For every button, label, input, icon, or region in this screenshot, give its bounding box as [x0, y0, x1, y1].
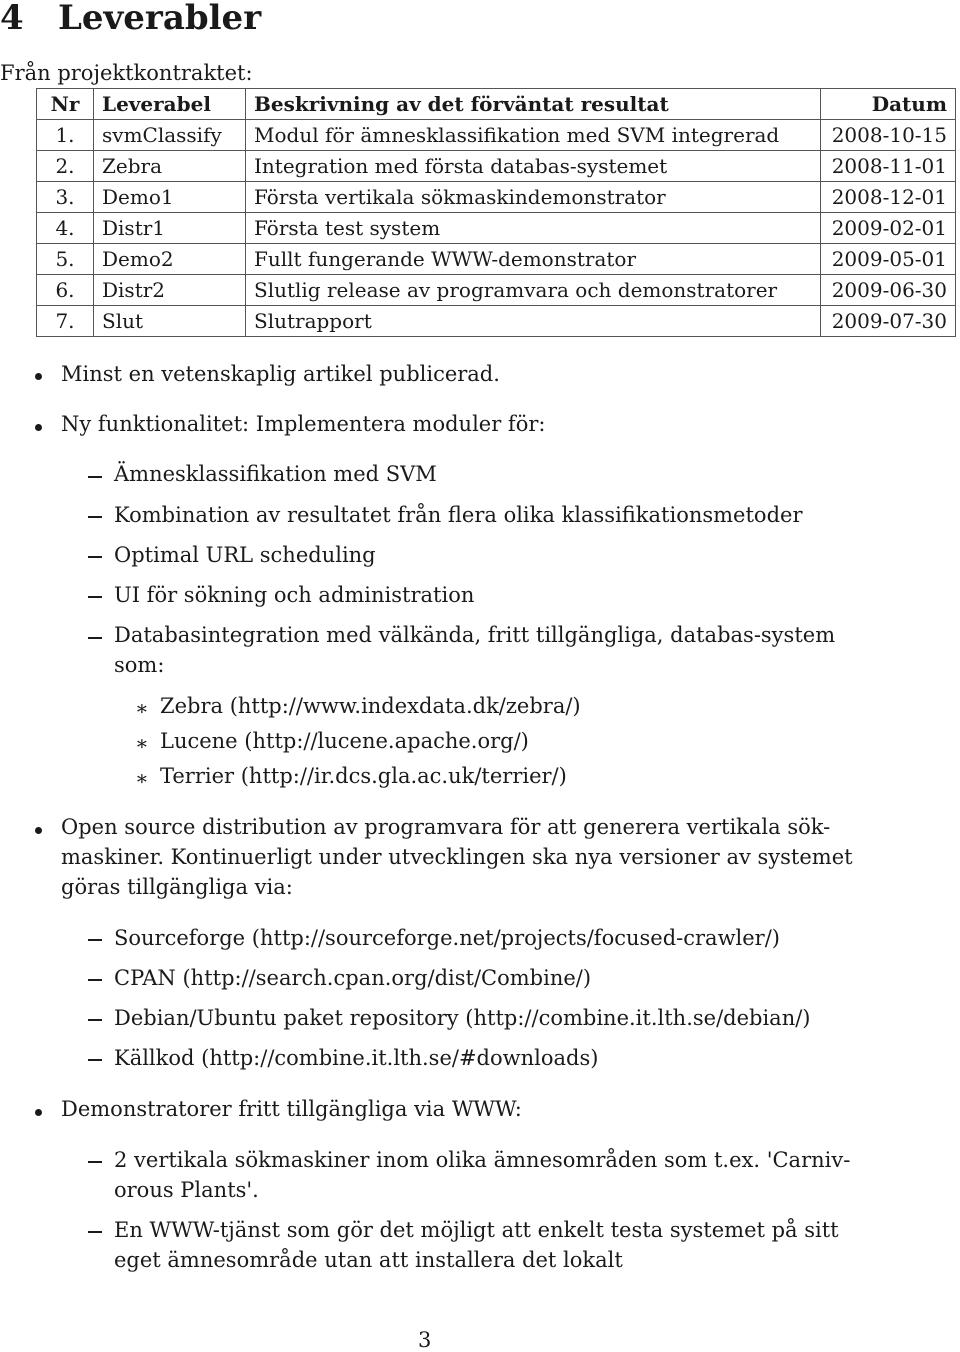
cell-leverabel: Zebra [93, 150, 246, 182]
list-item: En WWW-tjänst som gör det möjligt att en… [114, 1218, 839, 1242]
dash-icon [88, 637, 102, 639]
sub-list-item: Terrier (http://ir.dcs.gla.ac.uk/terrier… [160, 764, 567, 788]
dash-icon [88, 979, 102, 981]
cell-nr: 2. [36, 150, 94, 182]
cell-datum: 2009-02-01 [820, 212, 956, 244]
page-number: 3 [418, 1328, 432, 1352]
bullet-text: Ny funktionalitet: Implementera moduler … [61, 412, 546, 436]
header-datum: Datum [820, 88, 956, 120]
cell-datum: 2009-06-30 [820, 274, 956, 306]
dash-icon [88, 596, 102, 598]
cell-nr: 6. [36, 274, 94, 306]
list-item: Sourceforge (http://sourceforge.net/proj… [114, 926, 780, 950]
deliverables-table: Nr Leverabel Beskrivning av det förvänta… [36, 88, 956, 337]
cell-leverabel: Demo1 [93, 181, 246, 213]
cell-leverabel: svmClassify [93, 119, 246, 151]
sub-list-item: Zebra (http://www.indexdata.dk/zebra/) [160, 694, 581, 718]
dash-icon [88, 556, 102, 558]
table-header-row: Nr Leverabel Beskrivning av det förvänta… [36, 88, 956, 120]
dash-icon [88, 516, 102, 518]
cell-leverabel: Distr1 [93, 212, 246, 244]
asterisk-icon: ∗ [135, 731, 149, 755]
cell-leverabel: Demo2 [93, 243, 246, 275]
list-item: CPAN (http://search.cpan.org/dist/Combin… [114, 966, 592, 990]
table-row: 7. Slut Slutrapport 2009-07-30 [36, 305, 956, 337]
cell-datum: 2008-10-15 [820, 119, 956, 151]
asterisk-icon: ∗ [135, 696, 149, 720]
list-item: 2 vertikala sökmaskiner inom olika ämnes… [114, 1148, 851, 1172]
bullet-text: Demonstratorer fritt tillgängliga via WW… [61, 1097, 522, 1121]
table-row: 2. Zebra Integration med första databas-sy… [36, 150, 956, 182]
dash-icon [88, 1161, 102, 1163]
cell-nr: 3. [36, 181, 94, 213]
bullet-icon [35, 1109, 42, 1116]
bullet-text: Minst en vetenskaplig artikel publicerad… [61, 362, 500, 386]
bullet-icon [35, 373, 42, 380]
document-page: 4 Leverabler Från projektkontraktet: Nr L… [0, 0, 960, 1352]
section-heading: 4 Leverabler [0, 0, 261, 38]
cell-leverabel: Slut [93, 305, 246, 337]
list-item: Källkod (http://combine.it.lth.se/#downl… [114, 1046, 599, 1070]
cell-beskrivning: Första vertikala sökmaskindemonstrator [245, 181, 821, 213]
dash-icon [88, 1059, 102, 1061]
header-nr: Nr [36, 88, 94, 120]
cell-nr: 7. [36, 305, 94, 337]
table-row: 6. Distr2 Slutlig release av programvara o… [36, 274, 956, 306]
list-item-continuation: orous Plants'. [114, 1178, 259, 1202]
sub-list-item: Lucene (http://lucene.apache.org/) [160, 729, 529, 753]
list-item: Databasintegration med välkända, fritt t… [114, 623, 836, 647]
cell-beskrivning: Modul för ämnesklassifikation med SVM in… [245, 119, 821, 151]
cell-beskrivning: Integration med första databas-systemet [245, 150, 821, 182]
cell-datum: 2008-11-01 [820, 150, 956, 182]
header-leverabel: Leverabel [93, 88, 246, 120]
table-row: 5. Demo2 Fullt fungerande WWW-demonstrator… [36, 243, 956, 275]
section-title: Leverabler [58, 0, 262, 38]
cell-datum: 2008-12-01 [820, 181, 956, 213]
section-number: 4 [0, 0, 24, 38]
list-item-continuation: som: [114, 653, 165, 677]
cell-datum: 2009-05-01 [820, 243, 956, 275]
bullet-text: göras tillgängliga via: [61, 875, 293, 899]
dash-icon [88, 476, 102, 478]
list-item: UI för sökning och administration [114, 583, 475, 607]
list-item: Optimal URL scheduling [114, 543, 376, 567]
cell-nr: 4. [36, 212, 94, 244]
list-item-continuation: eget ämnesområde utan att installera det… [114, 1248, 623, 1272]
bullet-text: maskiner. Kontinuerligt under utveckling… [61, 845, 853, 869]
table-row: 1. svmClassify Modul för ämnesklassifikati… [36, 119, 956, 151]
table-row: 4. Distr1 Första test system 2009-02-01 [36, 212, 956, 244]
cell-nr: 5. [36, 243, 94, 275]
table-row: 3. Demo1 Första vertikala sökmaskindemonst… [36, 181, 956, 213]
intro-text: Från projektkontraktet: [0, 61, 253, 85]
cell-beskrivning: Första test system [245, 212, 821, 244]
cell-beskrivning: Fullt fungerande WWW-demonstrator [245, 243, 821, 275]
cell-nr: 1. [36, 119, 94, 151]
bullet-icon [35, 827, 42, 834]
cell-datum: 2009-07-30 [820, 305, 956, 337]
bullet-icon [35, 424, 42, 431]
dash-icon [88, 939, 102, 941]
dash-icon [88, 1019, 102, 1021]
bullet-text: Open source distribution av programvara … [61, 815, 831, 839]
list-item: Debian/Ubuntu paket repository (http://c… [114, 1006, 811, 1030]
list-item: Ämnesklassifikation med SVM [114, 462, 437, 486]
list-item: Kombination av resultatet från flera oli… [114, 503, 803, 527]
cell-beskrivning: Slutrapport [245, 305, 821, 337]
cell-leverabel: Distr2 [93, 274, 246, 306]
asterisk-icon: ∗ [135, 766, 149, 790]
header-beskrivning: Beskrivning av det förväntat resultat [245, 88, 821, 120]
dash-icon [88, 1231, 102, 1233]
cell-beskrivning: Slutlig release av programvara och demon… [245, 274, 821, 306]
